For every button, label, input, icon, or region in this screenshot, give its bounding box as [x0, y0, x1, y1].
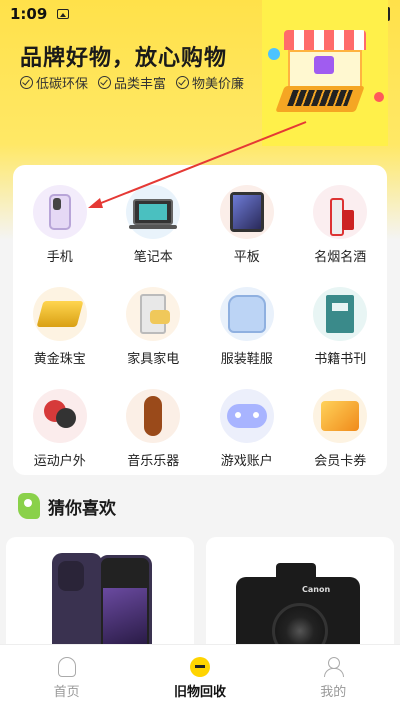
- category-liquor[interactable]: 名烟名酒: [294, 185, 388, 265]
- guess-title: 猜你喜欢: [48, 498, 116, 519]
- category-panel: 手机 笔记本 平板 名烟名酒 黄金珠宝 家具家电 服装鞋服 书籍书刊 运动户外 …: [13, 165, 387, 475]
- category-label: 书籍书刊: [314, 352, 367, 367]
- status-time: 1:09: [10, 5, 48, 23]
- hero-tag-label: 品类丰富: [114, 77, 167, 92]
- category-label: 音乐乐器: [127, 454, 180, 469]
- voucher-icon: [313, 389, 368, 443]
- guess-icon: [18, 493, 40, 519]
- category-instrument[interactable]: 音乐乐器: [107, 389, 201, 469]
- hero-title: 品牌好物，放心购物: [20, 46, 228, 71]
- liquor-icon: [313, 185, 368, 239]
- category-label: 手机: [46, 250, 73, 265]
- tablet-icon: [219, 185, 274, 239]
- instrument-icon: [126, 389, 181, 443]
- sports-icon: [32, 389, 87, 443]
- gold-icon: [32, 287, 87, 341]
- hero-tag: 品类丰富: [98, 73, 166, 92]
- hero-tags: 低碳环保 品类丰富 物美价廉: [20, 73, 244, 92]
- bottom-nav: 首页 旧物回收 我的: [0, 644, 400, 711]
- category-label: 平板: [233, 250, 260, 265]
- phone-icon: [32, 185, 87, 239]
- category-label: 名烟名酒: [314, 250, 367, 265]
- check-circle-icon: [98, 76, 112, 89]
- check-circle-icon: [176, 76, 190, 89]
- coin-icon: [374, 92, 384, 102]
- category-clothing[interactable]: 服装鞋服: [200, 287, 294, 367]
- nav-home[interactable]: 首页: [17, 656, 117, 700]
- category-label: 家具家电: [127, 352, 180, 367]
- camera-brand-label: Canon: [302, 585, 331, 594]
- hero-tag: 低碳环保: [20, 73, 88, 92]
- category-label: 会员卡券: [314, 454, 367, 469]
- check-circle-icon: [20, 76, 33, 89]
- nav-label: 首页: [53, 684, 80, 700]
- hero-tag-label: 低碳环保: [36, 77, 89, 92]
- category-label: 游戏账户: [220, 454, 273, 469]
- category-sports[interactable]: 运动户外: [13, 389, 107, 469]
- clothing-icon: [219, 287, 274, 341]
- nav-recycle[interactable]: 旧物回收: [150, 656, 250, 700]
- recycle-icon: [189, 656, 210, 677]
- category-label: 运动户外: [33, 454, 86, 469]
- shop-awning: [284, 30, 366, 50]
- category-phone[interactable]: 手机: [13, 185, 107, 265]
- game-icon: [219, 389, 274, 443]
- laptop-icon: [126, 185, 181, 239]
- bulb-icon: [57, 656, 76, 677]
- category-appliance[interactable]: 家具家电: [107, 287, 201, 367]
- user-icon: [324, 656, 345, 677]
- coin-icon: [268, 48, 280, 60]
- category-label: 笔记本: [133, 250, 173, 265]
- nav-label: 我的: [320, 684, 347, 700]
- hero-tag: 物美价廉: [176, 73, 244, 92]
- nav-label: 旧物回收: [173, 684, 226, 700]
- appliance-icon: [126, 287, 181, 341]
- category-grid: 手机 笔记本 平板 名烟名酒 黄金珠宝 家具家电 服装鞋服 书籍书刊 运动户外 …: [13, 185, 387, 469]
- category-voucher[interactable]: 会员卡券: [294, 389, 388, 469]
- category-label: 黄金珠宝: [33, 352, 86, 367]
- image-notification-icon: [57, 9, 70, 19]
- category-game[interactable]: 游戏账户: [200, 389, 294, 469]
- nav-mine[interactable]: 我的: [283, 656, 383, 700]
- category-laptop[interactable]: 笔记本: [107, 185, 201, 265]
- shirt-icon: [314, 56, 334, 74]
- shop-illustration: [262, 0, 388, 146]
- keyboard-icon: [287, 90, 353, 106]
- hero-tag-label: 物美价廉: [192, 77, 245, 92]
- category-label: 服装鞋服: [220, 352, 273, 367]
- category-book[interactable]: 书籍书刊: [294, 287, 388, 367]
- guess-section-header: 猜你喜欢: [18, 493, 116, 519]
- category-tablet[interactable]: 平板: [200, 185, 294, 265]
- book-icon: [313, 287, 368, 341]
- category-gold[interactable]: 黄金珠宝: [13, 287, 107, 367]
